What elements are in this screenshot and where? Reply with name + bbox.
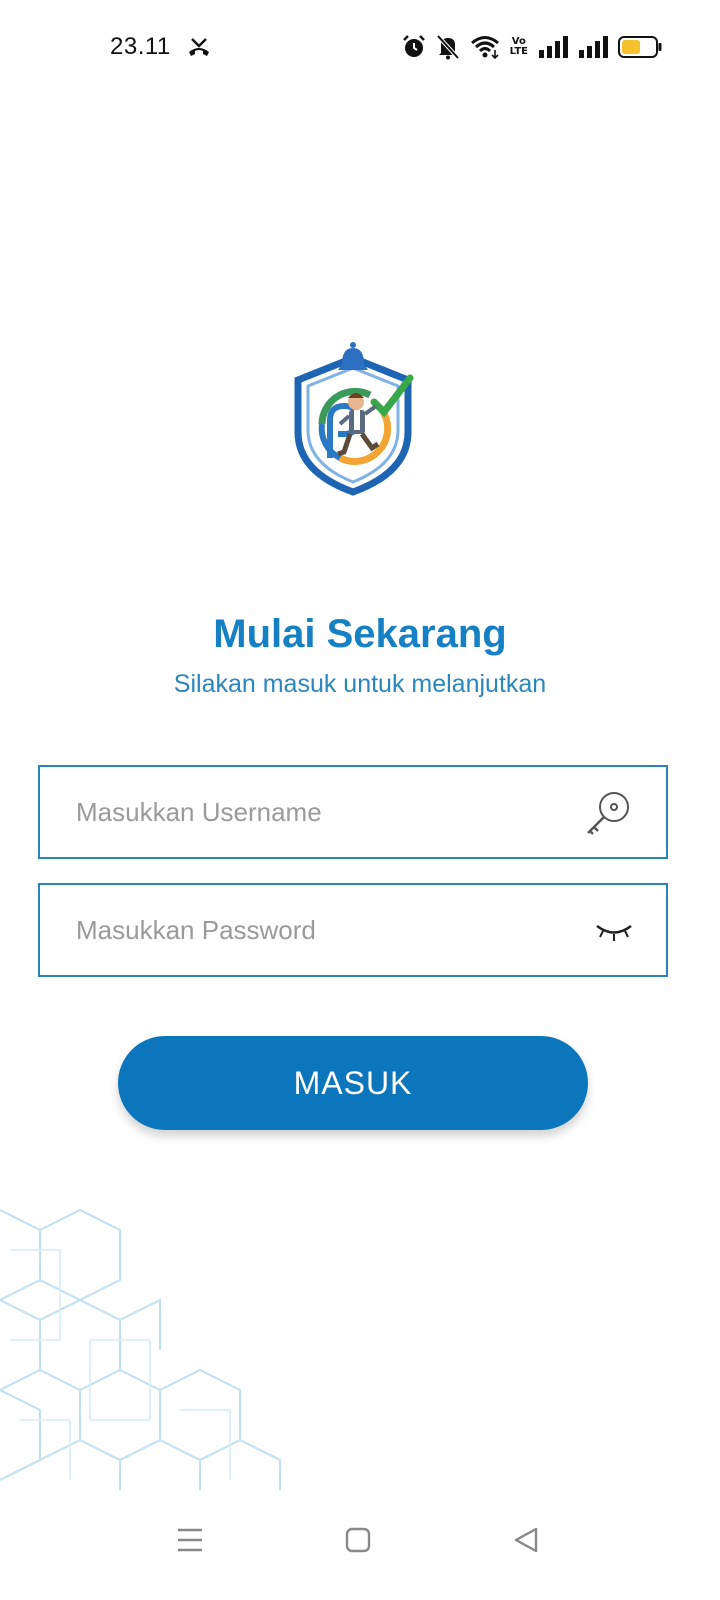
- username-input[interactable]: [76, 767, 576, 857]
- battery-icon: [618, 36, 662, 58]
- page-subtitle: Silakan masuk untuk melanjutkan: [173, 670, 547, 698]
- login-button[interactable]: MASUK: [118, 1036, 588, 1130]
- alarm-icon: [402, 35, 425, 57]
- eye-closed-icon[interactable]: [594, 921, 634, 943]
- missed-call-icon: [189, 38, 209, 56]
- login-screen: 23.11 Vo LTE Mulai Sekarang Silakan masu…: [0, 0, 720, 1600]
- home-icon[interactable]: [338, 1520, 378, 1560]
- status-bar: 23.11 Vo LTE: [0, 0, 720, 96]
- page-title: Mulai Sekarang: [213, 612, 507, 656]
- app-logo: [294, 342, 414, 496]
- volte-icon: Vo LTE: [509, 36, 528, 57]
- password-input[interactable]: [76, 885, 576, 975]
- bell-off-icon: [436, 34, 460, 60]
- background-pattern: [0, 1208, 281, 1490]
- key-icon: [587, 792, 629, 835]
- status-icons: Vo LTE: [402, 32, 662, 62]
- signal-2-icon: [579, 36, 608, 58]
- username-field[interactable]: [38, 765, 668, 859]
- password-field[interactable]: [38, 883, 668, 977]
- battery-level: [622, 40, 640, 54]
- signal-1-icon: [539, 36, 568, 58]
- wifi-icon: [470, 36, 499, 60]
- navigation-bar: [0, 1480, 720, 1600]
- menu-icon[interactable]: [170, 1520, 210, 1560]
- back-icon[interactable]: [506, 1520, 546, 1560]
- status-time: 23.11: [110, 33, 171, 60]
